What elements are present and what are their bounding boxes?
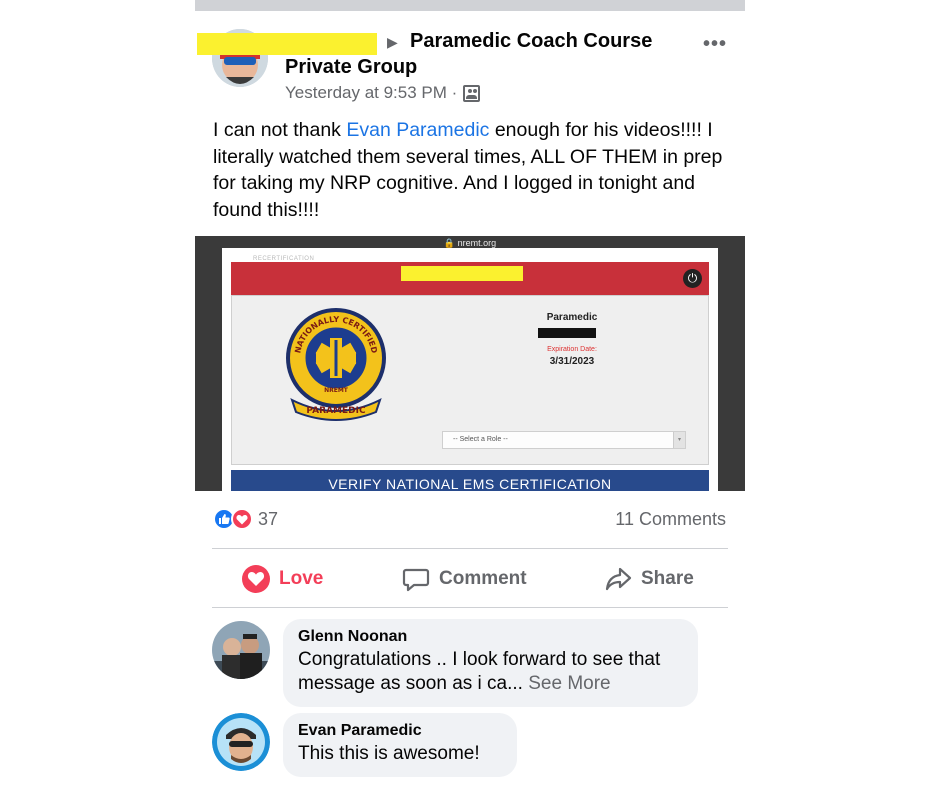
nremt-red-banner: ⏻	[231, 262, 709, 295]
see-more-link[interactable]: See More	[523, 673, 610, 694]
share-button[interactable]: Share	[604, 565, 694, 593]
share-icon	[605, 567, 632, 591]
paramedic-patch-icon: NATIONALLY CERTIFIED NREMT PARAMEDIC	[286, 308, 386, 421]
post-timestamp[interactable]: Yesterday at 9:53 PM ·	[285, 83, 457, 103]
top-divider-strip	[195, 0, 745, 11]
post-text-part1: I can not thank	[213, 119, 347, 141]
arrow-right-icon: ▶	[387, 34, 398, 50]
comment-label: Comment	[439, 568, 527, 589]
commenter-avatar[interactable]	[212, 713, 270, 771]
group-name-link[interactable]: Paramedic Coach Course	[410, 30, 652, 53]
facebook-post: ▶ Paramedic Coach Course Private Group •…	[195, 11, 745, 788]
post-body: I can not thank Evan Paramedic enough fo…	[213, 117, 723, 223]
commenter-photo-icon	[212, 621, 270, 679]
svg-text:NREMT: NREMT	[324, 387, 349, 394]
group-name-link-line2[interactable]: Private Group	[285, 56, 417, 79]
share-label: Share	[641, 568, 694, 589]
post-image[interactable]: 🔒 nremt.org RECERTIFICATION ⏻ NATIONALLY…	[195, 236, 745, 491]
divider	[212, 548, 728, 549]
mention-link[interactable]: Evan Paramedic	[346, 119, 489, 141]
commenter-name[interactable]: Evan Paramedic	[298, 722, 501, 740]
redaction-bar	[401, 266, 523, 281]
group-privacy-icon	[463, 84, 481, 102]
commenter-avatar[interactable]	[212, 621, 270, 679]
post-meta: Yesterday at 9:53 PM ·	[285, 83, 481, 103]
comment-text: Congratulations .. I look forward to see…	[298, 649, 661, 694]
love-icon	[242, 565, 270, 593]
commenter-photo-icon	[212, 713, 270, 771]
certification-card: NATIONALLY CERTIFIED NREMT PARAMEDIC Par…	[231, 295, 709, 465]
post-actions: Love Comment Share	[212, 559, 728, 599]
reactions-summary[interactable]: 37	[213, 508, 278, 530]
nremt-page: RECERTIFICATION ⏻ NATIONALLY CERTIFIED N…	[222, 248, 718, 491]
comments-count-link[interactable]: 11 Comments	[615, 509, 726, 530]
redaction-bar	[197, 33, 377, 55]
love-reaction-icon	[231, 508, 253, 530]
divider	[212, 607, 728, 608]
comment-button[interactable]: Comment	[402, 565, 527, 593]
reaction-count: 37	[258, 508, 279, 529]
more-options-icon[interactable]: •••	[703, 33, 727, 56]
certification-level: Paramedic	[546, 312, 598, 323]
redacted-name-bar	[538, 328, 596, 338]
expiration-date: 3/31/2023	[549, 356, 595, 367]
verify-banner-text: VERIFY NATIONAL EMS CERTIFICATION	[328, 476, 612, 491]
comment-bubble: Glenn Noonan Congratulations .. I look f…	[283, 619, 698, 707]
love-label: Love	[279, 568, 324, 589]
comment-text: This this is awesome!	[298, 743, 480, 764]
verify-banner: VERIFY NATIONAL EMS CERTIFICATION	[231, 470, 709, 491]
power-icon: ⏻	[683, 269, 702, 288]
svg-text:PARAMEDIC: PARAMEDIC	[306, 406, 366, 416]
select-role-dropdown: -- Select a Role -- ▾	[442, 431, 686, 449]
comment-bubble: Evan Paramedic This this is awesome!	[283, 713, 517, 777]
select-role-value: -- Select a Role --	[453, 436, 508, 443]
love-button[interactable]: Love	[242, 565, 323, 593]
chevron-down-icon: ▾	[673, 432, 685, 448]
commenter-name[interactable]: Glenn Noonan	[298, 628, 682, 646]
comment-icon	[402, 568, 430, 592]
expiration-label: Expiration Date:	[547, 346, 597, 353]
